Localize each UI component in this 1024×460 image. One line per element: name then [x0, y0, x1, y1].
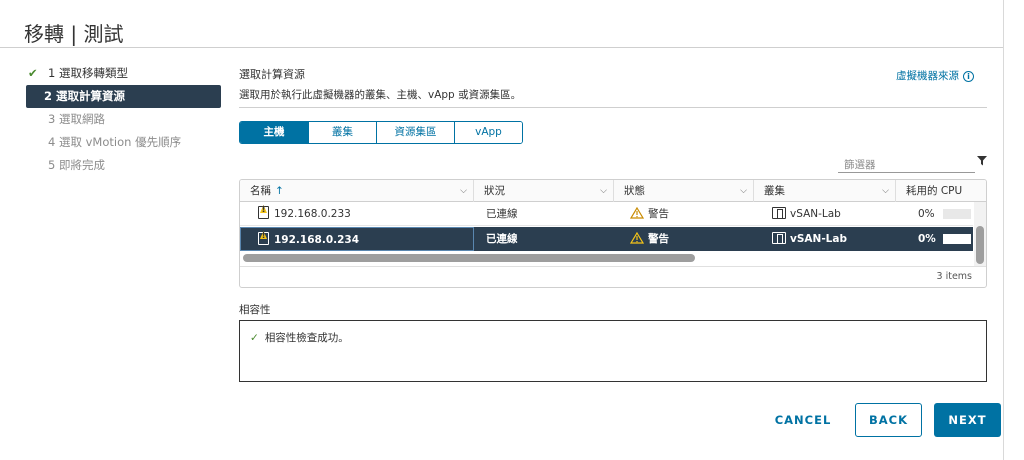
- section-title: 選取計算資源: [239, 68, 305, 81]
- host-name: 192.168.0.233: [274, 208, 351, 220]
- status-text: 警告: [648, 233, 669, 245]
- wizard-step-label: 1 選取移轉類型: [48, 66, 128, 80]
- wizard-step-label: 4 選取 vMotion 優先順序: [48, 135, 182, 149]
- sort-ascending-icon: ↑: [275, 185, 284, 197]
- tab-resource-pools[interactable]: 資源集區: [376, 122, 454, 143]
- column-header-label: 狀態: [624, 185, 645, 197]
- check-icon: ✓: [250, 332, 259, 344]
- back-button[interactable]: BACK: [855, 403, 922, 437]
- condition-cell: 已連線: [486, 208, 518, 220]
- host-name-cell: 192.168.0.234: [240, 227, 474, 251]
- status-cell: 警告: [630, 227, 750, 251]
- cancel-button[interactable]: CANCEL: [770, 403, 836, 437]
- chevron-down-icon[interactable]: ⌵: [740, 180, 747, 202]
- cluster-cell: vSAN-Lab: [772, 202, 894, 226]
- host-warning-icon: [258, 206, 269, 219]
- column-header-status[interactable]: 狀態 ⌵: [614, 180, 754, 202]
- cluster-name: vSAN-Lab: [790, 233, 847, 245]
- check-icon: ✔: [28, 66, 38, 80]
- cluster-cell: vSAN-Lab: [772, 227, 894, 251]
- vertical-scrollbar[interactable]: [974, 202, 986, 266]
- column-header-cluster[interactable]: 叢集 ⌵: [754, 180, 896, 202]
- items-count: 3 items: [936, 271, 972, 282]
- host-warning-icon: [258, 232, 269, 245]
- column-header-label: 耗用的 CPU: [906, 185, 963, 197]
- column-header-condition[interactable]: 狀況 ⌵: [474, 180, 614, 202]
- compatibility-text: 相容性檢查成功。: [264, 332, 349, 344]
- resource-type-tabs: 主機 叢集 資源集區 vApp: [239, 121, 523, 144]
- tab-clusters[interactable]: 叢集: [308, 122, 376, 143]
- column-header-label: 叢集: [764, 185, 785, 197]
- tab-vapp[interactable]: vApp: [454, 122, 522, 143]
- condition-cell: 已連線: [486, 233, 518, 245]
- chevron-down-icon[interactable]: ⌵: [600, 180, 607, 202]
- wizard-step-1[interactable]: ✔ 1 選取移轉類型: [28, 62, 221, 85]
- wizard-step-2[interactable]: 2 選取計算資源: [26, 85, 221, 108]
- wizard-step-5: 5 即將完成: [28, 154, 221, 177]
- filter-icon[interactable]: [977, 156, 987, 166]
- compatibility-label: 相容性: [239, 304, 271, 316]
- filter-input[interactable]: [838, 156, 958, 174]
- host-name-cell: 192.168.0.233: [258, 202, 472, 226]
- header-divider: [239, 107, 987, 108]
- column-header-cpu[interactable]: 耗用的 CPU: [896, 180, 986, 202]
- table-row[interactable]: 192.168.0.233 已連線 警告 vSAN-Lab 0%: [240, 202, 973, 226]
- status-cell: 警告: [630, 202, 750, 226]
- hosts-grid: 名稱 ↑ ⌵ 狀況 ⌵ 狀態 ⌵ 叢集 ⌵ 耗用的 CPU 192.168.0.2…: [239, 179, 987, 288]
- table-row-selected[interactable]: 192.168.0.234 已連線 警告 vSAN-Lab 0%: [240, 227, 973, 251]
- wizard-steps: ✔ 1 選取移轉類型 2 選取計算資源 3 選取網路 4 選取 vMotion …: [26, 62, 221, 177]
- host-name: 192.168.0.234: [274, 234, 360, 246]
- cluster-icon: [772, 232, 786, 244]
- wizard-step-3: 3 選取網路: [28, 108, 221, 131]
- chevron-down-icon[interactable]: ⌵: [882, 180, 889, 202]
- wizard-step-label: 5 即將完成: [48, 158, 105, 172]
- tab-hosts[interactable]: 主機: [240, 122, 308, 143]
- cluster-icon: [772, 207, 786, 219]
- filter-field: [838, 153, 975, 174]
- wizard-step-label: 2 選取計算資源: [44, 89, 126, 103]
- grid-footer: 3 items: [240, 266, 986, 287]
- compatibility-message: ✓ 相容性檢查成功。: [250, 330, 349, 345]
- cpu-usage-bar: [943, 209, 971, 219]
- chevron-down-icon[interactable]: ⌵: [460, 180, 467, 202]
- warning-icon: [630, 232, 644, 244]
- dialog-right-border: [1003, 0, 1004, 460]
- horizontal-scrollbar[interactable]: [240, 252, 973, 264]
- cpu-usage-bar: [943, 234, 971, 244]
- dialog-title: 移轉 | 測試: [24, 22, 124, 46]
- status-text: 警告: [648, 208, 669, 220]
- vm-source-label: 虛擬機器來源: [896, 70, 959, 82]
- horizontal-scroll-thumb[interactable]: [243, 254, 695, 262]
- next-button[interactable]: NEXT: [934, 403, 1001, 437]
- vm-source-link[interactable]: 虛擬機器來源 i: [896, 68, 974, 83]
- grid-header: 名稱 ↑ ⌵ 狀況 ⌵ 狀態 ⌵ 叢集 ⌵ 耗用的 CPU: [240, 180, 986, 202]
- column-header-name[interactable]: 名稱 ↑ ⌵: [240, 180, 474, 202]
- compatibility-panel: ✓ 相容性檢查成功。: [239, 320, 987, 382]
- vertical-scroll-thumb[interactable]: [976, 226, 984, 264]
- wizard-step-label: 3 選取網路: [48, 112, 105, 126]
- section-description: 選取用於執行此虛擬機器的叢集、主機、vApp 或資源集區。: [239, 89, 522, 101]
- cluster-name: vSAN-Lab: [790, 208, 841, 220]
- wizard-step-4: 4 選取 vMotion 優先順序: [28, 131, 221, 154]
- column-header-label: 狀況: [484, 185, 505, 197]
- title-divider: [0, 47, 1004, 48]
- warning-icon: [630, 207, 644, 219]
- column-header-label: 名稱: [250, 185, 271, 197]
- info-icon[interactable]: i: [963, 71, 974, 82]
